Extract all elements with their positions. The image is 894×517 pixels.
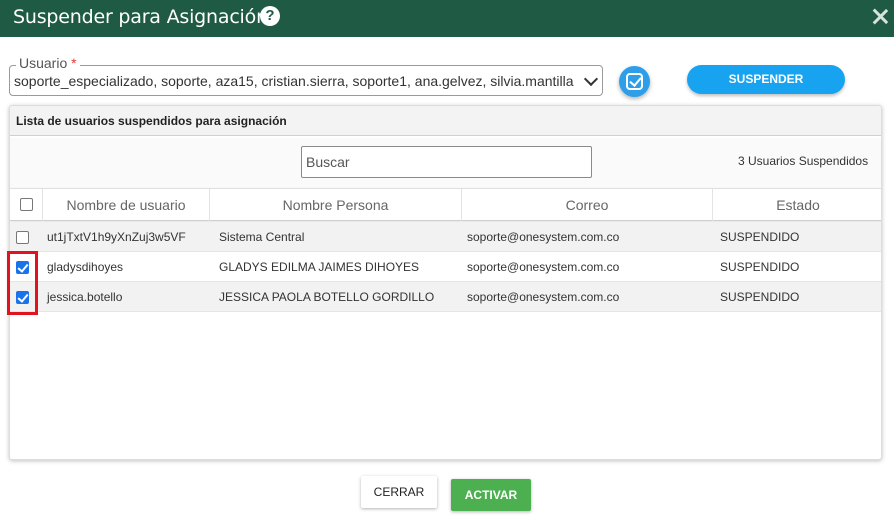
table-header: Nombre de usuario Nombre Persona Correo …: [10, 188, 881, 221]
column-status[interactable]: Estado: [713, 189, 881, 221]
cell-status: SUSPENDIDO: [720, 260, 800, 274]
required-mark: *: [71, 55, 77, 71]
cell-username: jessica.botello: [47, 290, 123, 304]
table-row[interactable]: ut1jTxtV1h9yXnZuj3w5VF Sistema Central s…: [10, 222, 881, 252]
close-icon[interactable]: [870, 4, 890, 28]
panel-header: Lista de usuarios suspendidos para asign…: [10, 106, 881, 136]
cell-email: soporte@onesystem.com.co: [467, 260, 620, 274]
suspend-button[interactable]: SUSPENDER: [687, 65, 845, 94]
chevron-down-icon[interactable]: [583, 71, 599, 87]
column-email[interactable]: Correo: [462, 189, 713, 221]
column-person[interactable]: Nombre Persona: [210, 189, 462, 221]
header-checkbox-cell: [10, 189, 43, 221]
suspended-count: 3 Usuarios Suspendidos: [738, 154, 869, 168]
cell-person: Sistema Central: [219, 230, 305, 244]
check-square-icon: [626, 73, 643, 90]
activate-button[interactable]: ACTIVAR: [451, 479, 531, 511]
question-circle-icon[interactable]: ?: [260, 6, 280, 26]
table-row[interactable]: jessica.botello JESSICA PAOLA BOTELLO GO…: [10, 282, 881, 312]
cell-email: soporte@onesystem.com.co: [467, 230, 620, 244]
cell-person: JESSICA PAOLA BOTELLO GORDILLO: [219, 290, 435, 304]
cell-status: SUSPENDIDO: [720, 290, 800, 304]
checkbox-highlight-box: [7, 251, 38, 315]
user-select[interactable]: soporte_especializado, soporte, aza15, c…: [9, 65, 603, 96]
select-all-checkbox[interactable]: [20, 198, 33, 211]
user-select-value: soporte_especializado, soporte, aza15, c…: [14, 73, 574, 89]
cell-person: GLADYS EDILMA JAIMES DIHOYES: [219, 260, 420, 274]
dialog-titlebar: Suspender para Asignación ?: [0, 0, 894, 37]
cell-email: soporte@onesystem.com.co: [467, 290, 620, 304]
row-checkbox[interactable]: [16, 231, 29, 244]
table-row[interactable]: gladysdihoyes GLADYS EDILMA JAIMES DIHOY…: [10, 252, 881, 282]
panel-title: Lista de usuarios suspendidos para asign…: [16, 114, 287, 128]
cell-username: ut1jTxtV1h9yXnZuj3w5VF: [47, 230, 186, 244]
search-input[interactable]: [301, 146, 592, 178]
suspend-dialog: Suspender para Asignación ? soporte_espe…: [0, 0, 894, 517]
cell-username: gladysdihoyes: [47, 260, 124, 274]
cell-status: SUSPENDIDO: [720, 230, 800, 244]
select-all-button[interactable]: [619, 66, 650, 97]
close-button[interactable]: CERRAR: [361, 476, 437, 508]
user-select-label: Usuario *: [16, 55, 80, 71]
dialog-title: Suspender para Asignación: [13, 6, 268, 28]
column-username[interactable]: Nombre de usuario: [43, 189, 210, 221]
suspended-users-panel: Lista de usuarios suspendidos para asign…: [9, 105, 882, 460]
